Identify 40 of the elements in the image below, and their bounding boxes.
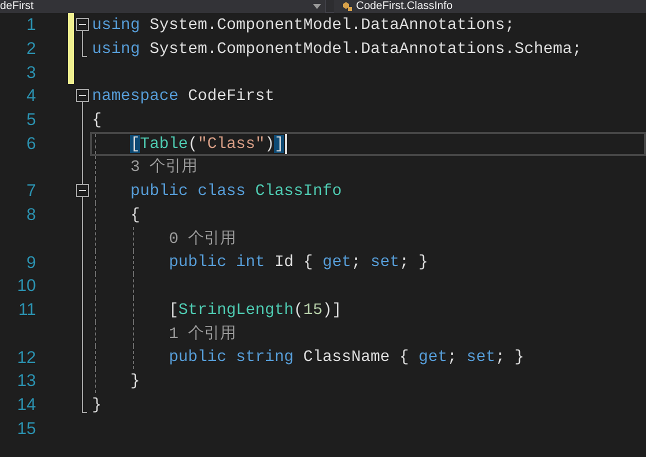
collapse-icon[interactable] <box>76 89 89 102</box>
code-line: public class ClassInfo <box>129 181 342 202</box>
dropdown-text: deFirst <box>0 1 35 12</box>
line-number: 13 <box>16 370 37 392</box>
reference-count-link[interactable]: 1 个引用 <box>92 322 236 346</box>
line-number: 12 <box>16 346 37 369</box>
code-line: public string ClassName { get; set; } <box>168 347 524 368</box>
line-number: 9 <box>26 252 37 274</box>
text-cursor <box>285 134 288 154</box>
code-line: using System.ComponentModel.DataAnnotations.Schema; <box>92 38 582 60</box>
code-line: } <box>129 371 140 392</box>
dropdown-text: CodeFirst.ClassInfo <box>356 1 453 12</box>
collapse-icon[interactable] <box>76 184 89 198</box>
reference-count-link[interactable]: 0 个引用 <box>92 226 236 251</box>
line-number: 2 <box>26 38 37 60</box>
line-number: 1 <box>26 14 37 36</box>
line-number: 7 <box>26 180 37 202</box>
line-number: 11 <box>17 299 37 322</box>
code-line: { <box>129 204 140 226</box>
code-line: [Table("Class")] <box>129 134 284 155</box>
line-number: 3 <box>26 62 37 84</box>
line-number: 14 <box>16 394 37 416</box>
code-line: using System.ComponentModel.DataAnnotations; <box>92 14 514 36</box>
code-line: public int Id { get; set; } <box>168 252 428 274</box>
line-number: 4 <box>26 85 37 108</box>
collapse-icon[interactable] <box>76 18 89 31</box>
type-dropdown[interactable]: deFirst <box>0 0 326 13</box>
reference-count-link[interactable]: 3 个引用 <box>92 155 198 180</box>
line-number: 15 <box>16 418 37 440</box>
code-line: [StringLength(15)] <box>168 300 342 321</box>
code-line: namespace CodeFirst <box>92 86 274 108</box>
dropdown-caret-icon <box>313 4 321 9</box>
line-number: 10 <box>16 275 37 298</box>
class-icon <box>342 2 352 11</box>
line-number: 5 <box>26 109 37 132</box>
code-line: } <box>92 394 102 416</box>
member-dropdown[interactable]: CodeFirst.ClassInfo <box>334 0 646 13</box>
line-number: 6 <box>26 132 37 155</box>
code-line: { <box>92 110 102 131</box>
line-number: 8 <box>26 204 37 226</box>
